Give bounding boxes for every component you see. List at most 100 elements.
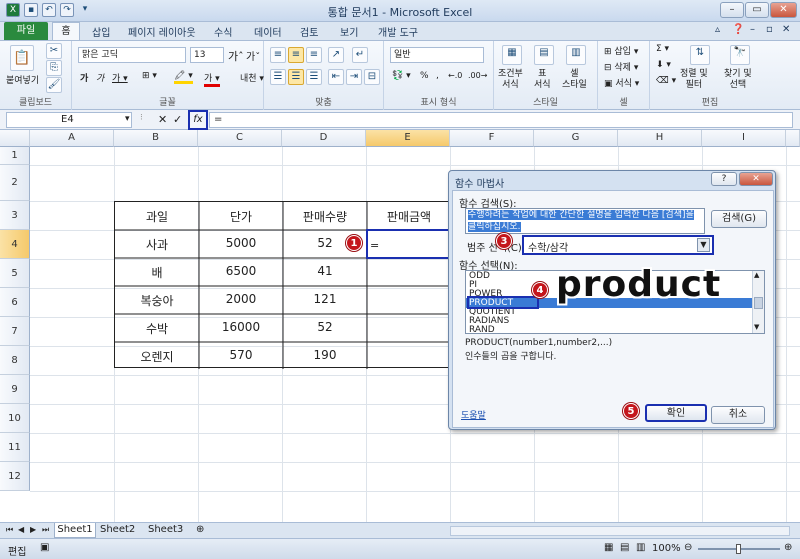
zoom-level[interactable]: 100% [652, 543, 681, 554]
help-icon[interactable]: ❓ [732, 24, 744, 35]
doc-restore-icon[interactable]: ▫ [766, 24, 773, 35]
row-header[interactable]: 1 [0, 147, 30, 165]
insert-function-button[interactable]: fx [188, 110, 208, 130]
category-select[interactable]: 수학/삼각 ▼ [522, 235, 714, 255]
table-format-button[interactable]: 표 서식 [534, 69, 551, 91]
sort-filter-button[interactable]: 정렬 및 필터 [680, 69, 708, 91]
percent-icon[interactable]: % [420, 71, 429, 81]
sort-filter-icon[interactable]: ⇅ [690, 45, 710, 65]
zoom-slider[interactable] [698, 544, 780, 554]
first-sheet-icon[interactable]: ⏮ [6, 525, 13, 535]
row-header[interactable]: 8 [0, 346, 30, 375]
copy-icon[interactable]: ⎘ [46, 60, 62, 76]
number-format-select[interactable]: 일반 [390, 47, 484, 63]
clear-icon[interactable]: ⌫ ▾ [656, 76, 676, 86]
paste-icon[interactable]: 📋 [10, 45, 34, 71]
doc-minimize-icon[interactable]: – [750, 24, 755, 35]
active-cell-e4[interactable]: = [366, 229, 450, 259]
phonetic-icon[interactable]: 내천 ▾ [240, 71, 264, 84]
font-color-icon[interactable]: 가 ▾ [204, 71, 220, 87]
sheet-tab[interactable]: Sheet3 [148, 524, 183, 535]
bold-icon[interactable]: 가 [80, 71, 88, 84]
decrease-decimal-icon[interactable]: .00→ [468, 71, 487, 80]
cancel-button[interactable]: 취소 [711, 406, 765, 424]
minimize-ribbon-icon[interactable]: ▵ [715, 24, 720, 35]
column-header[interactable]: H [618, 130, 702, 147]
underline-icon[interactable]: 가 ▾ [112, 71, 128, 84]
merge-center-icon[interactable]: ⊟ [364, 69, 380, 85]
tab-formulas[interactable]: 수식 [214, 24, 232, 39]
table-cell[interactable]: 6500 [199, 264, 283, 278]
row-header[interactable]: 10 [0, 404, 30, 433]
horizontal-scrollbar[interactable] [450, 526, 790, 536]
column-header[interactable]: B [114, 130, 198, 147]
format-painter-icon[interactable]: 🖌 [46, 77, 62, 93]
indent-increase-icon[interactable]: ⇥ [346, 69, 362, 85]
binoculars-icon[interactable]: 🔭 [730, 45, 750, 65]
row-header[interactable]: 9 [0, 375, 30, 404]
insert-cells-button[interactable]: ⊞ 삽입 ▾ [604, 44, 638, 57]
accounting-icon[interactable]: 💱 ▾ [392, 71, 411, 81]
row-header[interactable]: 11 [0, 433, 30, 462]
orientation-icon[interactable]: ↗ [328, 47, 344, 63]
grow-font-icon[interactable]: 가ˆ [228, 48, 244, 64]
name-box[interactable]: E4 [6, 112, 132, 128]
search-button[interactable]: 검색(G) [711, 210, 767, 228]
column-header[interactable]: D [282, 130, 366, 147]
tab-file[interactable]: 파일 [4, 22, 48, 40]
table-cell[interactable]: 570 [199, 348, 283, 362]
tab-view[interactable]: 보기 [340, 24, 358, 39]
formula-input[interactable]: = [209, 112, 793, 128]
find-select-button[interactable]: 찾기 및 선택 [724, 69, 752, 91]
align-middle-icon[interactable]: ≡ [288, 47, 304, 63]
category-dropdown-icon[interactable]: ▼ [697, 238, 710, 252]
align-top-icon[interactable]: ≡ [270, 47, 286, 63]
enter-entry-icon[interactable]: ✓ [173, 113, 182, 126]
tab-page-layout[interactable]: 페이지 레이아웃 [128, 24, 196, 39]
formula-bar-splitter-icon[interactable]: ⁝ [140, 113, 143, 123]
scroll-thumb[interactable] [754, 297, 763, 309]
tab-developer[interactable]: 개발 도구 [378, 24, 418, 39]
cell-style-icon[interactable]: ▥ [566, 45, 586, 65]
align-left-icon[interactable]: ☰ [270, 69, 286, 85]
last-sheet-icon[interactable]: ⏭ [42, 525, 49, 535]
row-header[interactable]: 5 [0, 259, 30, 288]
delete-cells-button[interactable]: ⊟ 삭제 ▾ [604, 60, 638, 73]
column-header-selected[interactable]: E [366, 130, 450, 147]
cancel-entry-icon[interactable]: ✕ [158, 113, 167, 126]
header-cell[interactable]: 판매금액 [367, 208, 451, 225]
prev-sheet-icon[interactable]: ◀ [18, 525, 24, 534]
sheet-tab[interactable]: Sheet2 [100, 524, 135, 535]
cut-icon[interactable]: ✂ [46, 43, 62, 59]
table-cell[interactable]: 오렌지 [115, 348, 199, 365]
tab-insert[interactable]: 삽입 [92, 24, 110, 39]
close-window-button[interactable]: ✕ [770, 2, 797, 18]
table-cell[interactable]: 190 [283, 348, 367, 362]
autosum-icon[interactable]: Σ ▾ [656, 44, 669, 54]
column-header[interactable]: I [702, 130, 786, 147]
row-header[interactable]: 7 [0, 317, 30, 346]
next-sheet-icon[interactable]: ▶ [30, 525, 36, 534]
fill-icon[interactable]: ⬇ ▾ [656, 60, 671, 70]
align-center-icon[interactable]: ☰ [288, 69, 304, 85]
indent-decrease-icon[interactable]: ⇤ [328, 69, 344, 85]
column-header[interactable]: G [534, 130, 618, 147]
italic-icon[interactable]: 가 [96, 71, 104, 84]
table-format-icon[interactable]: ▤ [534, 45, 554, 65]
border-icon[interactable]: ⊞ ▾ [142, 71, 157, 81]
conditional-format-icon[interactable]: ▦ [502, 45, 522, 65]
row-header[interactable]: 12 [0, 462, 30, 491]
function-search-input[interactable]: 수행하려는 작업에 대한 간단한 설명을 입력한 다음 [검색]을 클릭하십시오… [465, 208, 705, 234]
function-item[interactable]: RAND [469, 325, 495, 333]
table-cell[interactable]: 사과 [115, 236, 199, 253]
dialog-help-button[interactable]: ? [711, 172, 737, 186]
dialog-close-button[interactable]: ✕ [739, 172, 773, 186]
name-box-dropdown-icon[interactable]: ▾ [125, 114, 130, 124]
header-cell[interactable]: 판매수량 [283, 208, 367, 225]
align-bottom-icon[interactable]: ≡ [306, 47, 322, 63]
help-link[interactable]: 도움말 [461, 408, 486, 421]
table-cell[interactable]: 121 [283, 292, 367, 306]
row-header-selected[interactable]: 4 [0, 230, 30, 259]
ok-button[interactable]: 확인 [645, 404, 707, 422]
wrap-text-icon[interactable]: ↵ [352, 47, 368, 63]
